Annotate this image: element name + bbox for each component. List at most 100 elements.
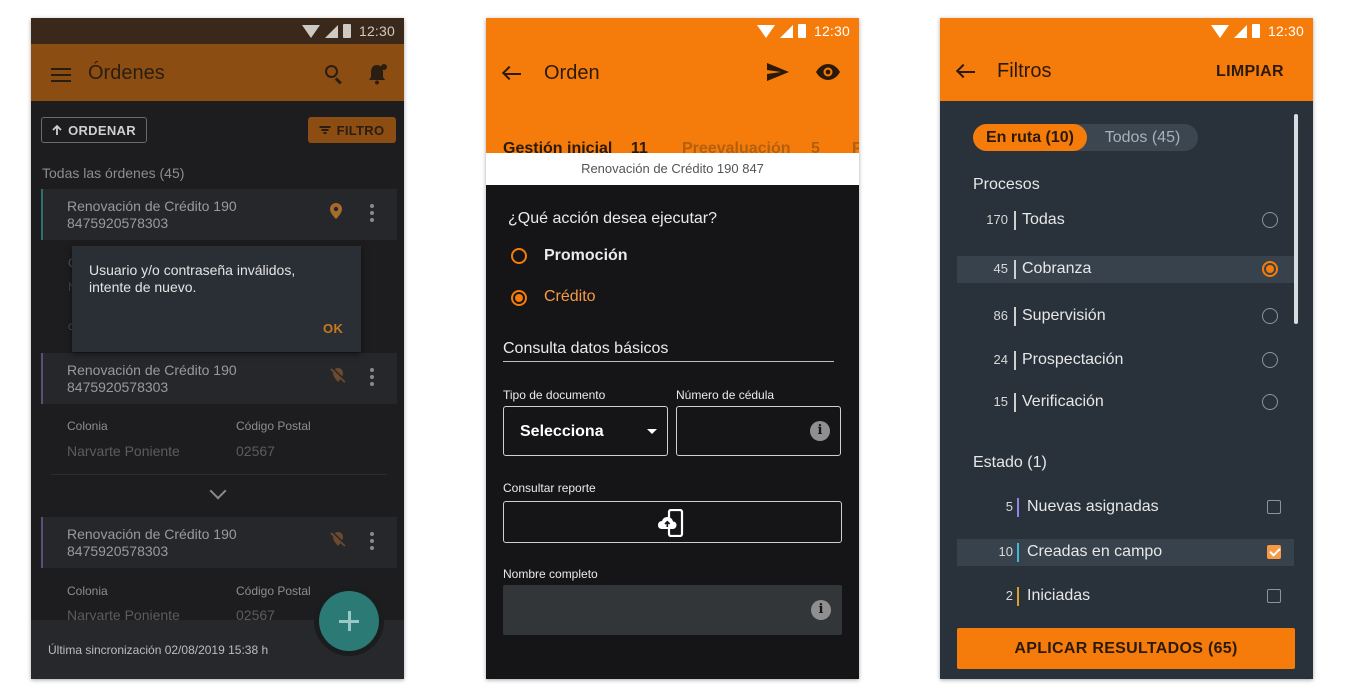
filters-screen: 12:30 Filtros LIMPIAR En ruta (10) Todos… [940,18,1313,679]
postal-code-value: 02567 [236,443,275,459]
process-name: Verificación [1022,393,1104,410]
info-icon[interactable]: i [810,421,830,441]
info-icon[interactable]: i [811,600,831,620]
process-count: 86 [993,308,1008,323]
dialog-ok-button[interactable]: OK [323,321,343,336]
fullname-field[interactable]: i [503,585,842,635]
state-name: Nuevas asignadas [1027,498,1159,515]
chevron-down-icon[interactable] [209,482,227,500]
segment-todos[interactable]: Todos (45) [1087,124,1198,151]
radio-button[interactable] [1262,261,1278,277]
separator-bar [1014,211,1016,230]
eye-icon[interactable] [816,64,840,80]
radio-button[interactable] [1262,352,1278,368]
app-bar: Órdenes [31,44,404,101]
option-credito-label[interactable]: Crédito [544,288,596,306]
checkbox[interactable] [1267,589,1281,603]
status-bar: 12:30 [940,18,1313,44]
processes-header: Procesos [973,176,1040,193]
order-title: Renovación de Crédito 190 [67,198,237,214]
process-count: 45 [993,261,1008,276]
battery-icon [797,24,806,38]
process-row-verificacion[interactable]: 15 Verificación [957,389,1294,416]
order-id: 8475920578303 [67,543,169,559]
apply-results-button[interactable]: APLICAR RESULTADOS (65) [957,628,1295,669]
state-count: 10 [998,544,1013,559]
doc-type-select[interactable]: Selecciona [503,406,668,456]
sort-button[interactable]: ORDENAR [41,117,147,143]
state-color-bar [1017,543,1019,562]
notification-bell-icon[interactable] [367,63,387,85]
route-segmented-control: En ruta (10) Todos (45) [973,124,1198,151]
consult-report-button[interactable] [503,501,842,543]
wifi-icon [1210,24,1229,38]
segment-en-ruta[interactable]: En ruta (10) [973,124,1087,151]
postal-code-label: Código Postal [236,584,311,598]
section-underline [503,361,834,362]
back-arrow-icon[interactable] [955,63,975,80]
more-options-icon[interactable] [370,204,374,222]
process-count: 24 [993,352,1008,367]
filter-button[interactable]: FILTRO [308,117,396,143]
colonia-label: Colonia [67,419,108,433]
separator-bar [1014,393,1016,412]
radio-credito[interactable] [511,290,527,306]
state-name: Iniciadas [1027,587,1091,604]
state-row-nuevas[interactable]: 5 Nuevas asignadas [957,494,1294,521]
radio-button[interactable] [1262,308,1278,324]
battery-icon [1251,24,1260,38]
radio-promocion[interactable] [511,248,527,264]
process-row-supervision[interactable]: 86 Supervisión [957,303,1294,330]
send-icon[interactable] [767,63,789,81]
process-name: Todas [1022,211,1065,228]
location-pin-icon[interactable] [330,203,342,219]
add-button[interactable] [319,591,379,651]
process-name: Cobranza [1022,260,1092,277]
sort-button-label: ORDENAR [68,122,136,138]
menu-icon[interactable] [51,68,71,82]
more-options-icon[interactable] [370,368,374,386]
search-icon[interactable] [325,65,345,85]
order-title: Renovación de Crédito 190 [67,362,237,378]
state-count: 2 [1005,588,1013,603]
page-title: Orden [544,62,600,84]
more-options-icon[interactable] [370,532,374,550]
state-row-iniciadas[interactable]: 2 Iniciadas [957,583,1294,610]
doc-type-label: Tipo de documento [503,388,606,402]
checkbox[interactable] [1267,545,1281,559]
id-number-field[interactable]: i [676,406,841,456]
order-card[interactable]: Renovación de Crédito 190 8475920578303 [41,189,397,240]
order-card[interactable]: Renovación de Crédito 190 8475920578303 [41,517,397,568]
id-number-label: Número de cédula [676,388,775,402]
app-bar: Filtros LIMPIAR [940,44,1313,101]
error-dialog: Usuario y/o contraseña inválidos, intent… [72,246,361,352]
process-row-todas[interactable]: 170 Todas [957,207,1294,234]
radio-button[interactable] [1262,212,1278,228]
doc-type-value: Selecciona [520,423,604,440]
location-off-icon[interactable] [330,367,346,383]
orders-count-label: Todas las órdenes (45) [42,165,185,181]
page-title: Filtros [997,60,1052,82]
orders-screen: 12:30 Órdenes ORDENAR FILTRO Todas las ó… [31,18,404,679]
fullname-label: Nombre completo [503,567,598,581]
process-row-cobranza[interactable]: 45 Cobranza [957,256,1294,283]
state-name: Creadas en campo [1027,543,1163,560]
state-row-creadas[interactable]: 10 Creadas en campo [957,539,1294,566]
separator-bar [1014,351,1016,370]
scrollbar[interactable] [1294,114,1298,324]
state-count: 5 [1005,499,1013,514]
back-arrow-icon[interactable] [501,65,521,82]
process-name: Supervisión [1022,307,1106,324]
radio-button[interactable] [1262,394,1278,410]
wifi-icon [301,24,320,38]
order-title: Renovación de Crédito 190 [67,526,237,542]
process-row-prospectacion[interactable]: 24 Prospectación [957,347,1294,374]
process-name: Prospectación [1022,351,1124,368]
checkbox[interactable] [1267,500,1281,514]
divider [51,474,387,475]
filter-button-label: FILTRO [336,122,385,138]
order-card[interactable]: Renovación de Crédito 190 8475920578303 [41,353,397,404]
option-promocion-label[interactable]: Promoción [544,247,628,265]
location-off-icon[interactable] [330,531,346,547]
clear-button[interactable]: LIMPIAR [1216,63,1284,81]
